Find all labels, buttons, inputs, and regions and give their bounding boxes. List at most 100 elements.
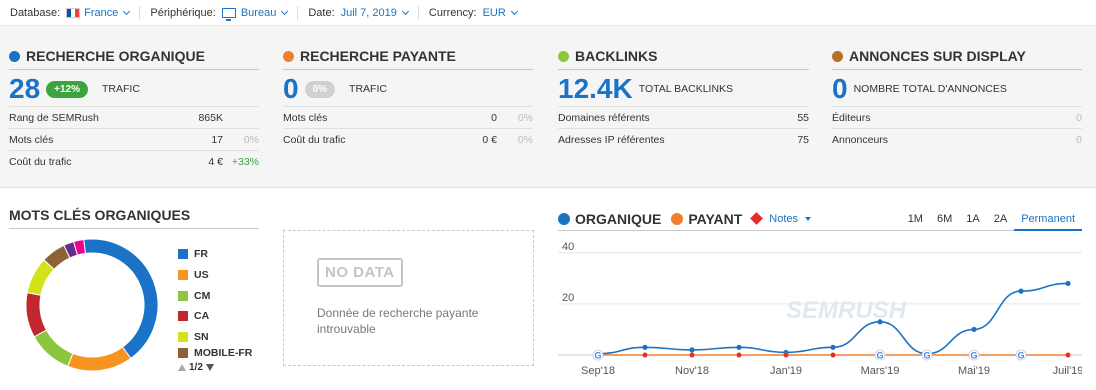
backlinks-dot-icon [558,50,569,62]
legend-label: MOBILE-FR [194,347,253,360]
keywords-donut-chart[interactable] [20,233,164,377]
stat-value[interactable]: 75 [749,134,809,146]
card-title[interactable]: Recherche organique [9,48,259,70]
data-point[interactable] [971,326,977,333]
legend-label: FR [194,248,208,261]
organic-keywords-title[interactable]: Mots clés organiques [9,207,259,229]
display-ads-card: Annonces sur display 0 Nombre total d'an… [832,48,1082,150]
stat-label: Mots clés [283,111,328,124]
note-marker[interactable] [642,352,648,358]
stat-change: 0% [243,133,259,146]
legend-item[interactable]: US [178,265,252,286]
data-point[interactable] [830,344,836,350]
google-update-icon[interactable]: G [921,349,933,361]
traffic-label: Trafic [102,83,140,95]
donut-slice[interactable] [33,329,74,368]
stat-label: Éditeurs [832,111,871,124]
donut-slice[interactable] [25,292,48,338]
date-label: Date: [308,6,335,19]
period-tab-1m[interactable]: 1M [901,207,930,231]
card-title[interactable]: Backlinks [558,48,809,70]
x-tick-label: Sep'18 [581,365,615,377]
google-update-icon[interactable]: G [592,349,604,361]
legend-paid[interactable]: Payant [671,211,742,227]
stat-row: Éditeurs 0 [832,106,1082,128]
legend-item[interactable]: CA [178,306,252,327]
legend-item[interactable]: FR [178,244,252,265]
date-selector[interactable]: Date: Juil 7, 2019 [308,6,409,19]
google-update-icon[interactable]: G [1015,349,1027,361]
stat-value[interactable]: 865K [163,112,223,124]
total-ads-value[interactable]: 0 [832,75,848,103]
note-marker[interactable] [1065,352,1071,358]
currency-selector[interactable]: Currency: EUR [429,7,518,19]
note-marker[interactable] [736,352,742,358]
x-tick-label: Mars'19 [861,365,900,377]
database-label: Database: [10,6,61,19]
notes-diamond-icon [750,212,764,225]
traffic-trend-chart[interactable]: SEMRUSH G G G G G 40 20 Sep'18 Nov'18 Jan'19 Mars… [558,232,1082,382]
note-marker[interactable] [830,352,836,358]
data-point[interactable] [736,344,742,350]
donut-slice[interactable] [83,238,159,360]
period-tab-1a[interactable]: 1A [959,207,986,231]
card-title[interactable]: Recherche payante [283,48,533,70]
period-tab-6m[interactable]: 6M [930,207,959,231]
legend-swatch [178,249,188,260]
data-point[interactable] [642,344,648,350]
stat-value[interactable]: 0 [1046,134,1082,146]
legend-item[interactable]: MOBILE-FR [178,347,252,359]
google-update-icon[interactable]: G [874,349,886,361]
period-tab-2a[interactable]: 2A [987,207,1014,231]
stat-value[interactable]: 0 [1046,112,1082,124]
total-ads-label: Nombre total d'annonces [853,83,1007,95]
x-tick-label: Juil'19 [1053,365,1082,377]
device-selector[interactable]: Périphérique: Bureau [150,7,289,21]
stat-change: 0% [517,111,533,124]
legend-item[interactable]: SN [178,327,252,348]
database-selector[interactable]: Database: France [10,6,131,19]
toolbar: Database: France Périphérique: Bureau Da… [0,0,1096,26]
svg-text:G: G [876,351,883,361]
x-tick-label: Jan'19 [770,365,802,377]
card-title-text: Recherche payante [300,48,456,64]
paid-search-card: Recherche payante 0 0% Trafic Mots clés … [283,48,533,150]
total-backlinks-value[interactable]: 12.4K [558,75,633,103]
notes-dropdown[interactable]: Notes [750,212,812,225]
legend-label: CA [194,310,210,323]
period-tab-permanent[interactable]: Permanent [1014,207,1082,231]
caret-down-icon [805,216,812,221]
data-point[interactable] [689,347,695,353]
display-ads-dot-icon [832,50,843,62]
stat-value[interactable]: 0 [437,112,497,124]
database-value: France [84,6,119,19]
organic-traffic-value[interactable]: 28 [9,75,40,103]
note-marker[interactable] [689,352,695,358]
card-title[interactable]: Annonces sur display [832,48,1082,70]
google-update-icon[interactable]: G [968,349,980,361]
note-marker[interactable] [783,352,789,358]
stat-value[interactable]: 17 [163,134,223,146]
page-up-icon[interactable] [178,364,186,371]
svg-text:G: G [594,351,601,361]
stat-value[interactable]: 55 [749,112,809,124]
pager-text: 1/2 [189,362,203,373]
stat-change: +33% [231,155,259,168]
legend-item[interactable]: CM [178,285,252,306]
legend-organic[interactable]: Organique [558,211,661,227]
stat-value[interactable]: 0 € [437,134,497,146]
trend-chart-header: Organique Payant Notes 1M 6M 1A 2A Perma… [558,207,1082,231]
backlinks-card: Backlinks 12.4K Total backlinks Domaines… [558,48,809,150]
page-down-icon[interactable] [205,364,214,371]
paid-traffic-value[interactable]: 0 [283,75,299,103]
stat-row: Mots clés 0 0% [283,106,533,128]
data-point[interactable] [1018,288,1024,294]
keywords-legend: FR US CM CA SN MOBILE-FR [178,244,252,359]
stat-label: Rang de SEMRush [9,111,99,124]
stat-value[interactable]: 4 € [163,156,223,168]
svg-text:G: G [923,351,930,361]
donut-slice[interactable] [67,346,132,372]
stat-label: Adresses IP référentes [558,133,665,146]
data-point[interactable] [877,319,883,325]
data-point[interactable] [1065,280,1071,287]
